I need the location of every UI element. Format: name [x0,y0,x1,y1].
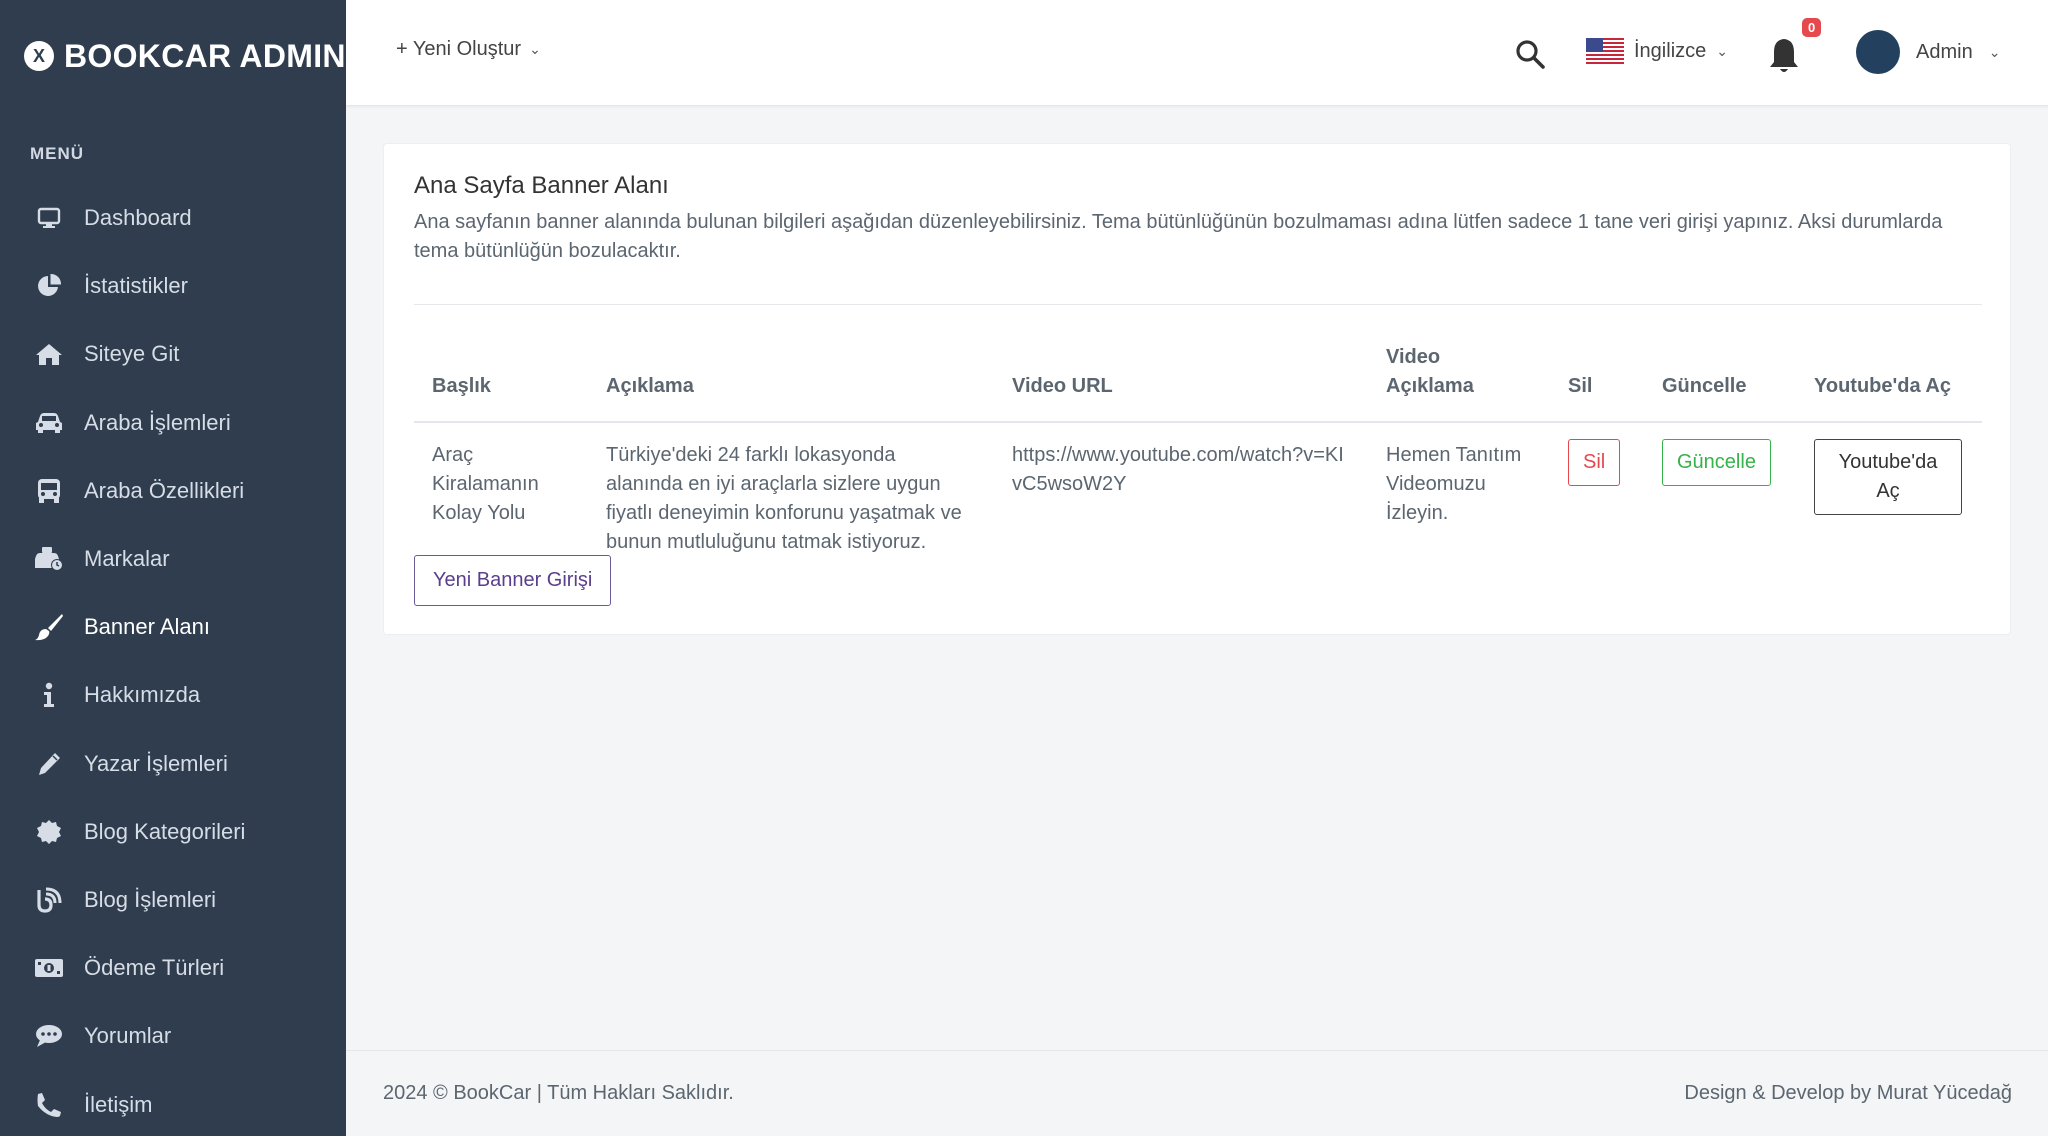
table-row: Araç Kiralamanın Kolay Yolu Türkiye'deki… [414,422,1982,565]
copyright-text: 2024 © BookCar | Tüm Hakları Saklıdır. [383,1082,734,1104]
user-menu-dropdown[interactable]: Admin ⌄ [1856,30,2000,74]
cell-description: Türkiye'deki 24 farklı lokasyonda alanın… [606,444,962,553]
topbar: + Yeni Oluştur ⌄ İngilizce ⌄ 0 Admin ⌄ [346,0,2048,106]
sidebar-item-label: Yazar İşlemleri [84,750,228,776]
banner-area-card: Ana Sayfa Banner Alanı Ana sayfanın bann… [383,143,2011,635]
bell-icon[interactable] [1766,36,1802,76]
info-icon [34,680,64,710]
sidebar-item-blog-categories[interactable]: Blog Kategorileri [0,798,346,866]
card-title: Ana Sayfa Banner Alanı [414,172,669,199]
sidebar-item-label: Siteye Git [84,341,180,367]
table-header-row: Başlık Açıklama Video URL Video Açıklama… [414,322,1982,423]
car-icon [34,408,64,438]
sidebar-item-label: İletişim [84,1091,153,1117]
menu-label: MENÜ [30,144,85,163]
sidebar-item-car-operations[interactable]: Araba İşlemleri [0,389,346,457]
cell-delete: Sil [1550,422,1644,565]
sidebar-item-dashboard[interactable]: Dashboard [0,184,346,252]
sidebar-nav: Dashboard İstatistikler Siteye Git Araba… [0,184,346,1136]
chevron-down-icon: ⌄ [1716,42,1728,59]
column-header-description: Açıklama [588,322,994,423]
divider [414,304,1982,305]
banner-table: Başlık Açıklama Video URL Video Açıklama… [414,322,1982,565]
notification-count-badge: 0 [1802,18,1822,37]
column-header-video-description: Video Açıklama [1368,322,1550,423]
home-icon [34,339,64,369]
sidebar-item-banner-area[interactable]: Banner Alanı [0,593,346,661]
cell-video-description: Hemen Tanıtım Videomuzu İzleyin. [1386,444,1522,524]
create-new-label: + Yeni Oluştur [396,38,522,60]
create-new-dropdown[interactable]: + Yeni Oluştur ⌄ [396,38,541,61]
pie-chart-icon [34,271,64,301]
sidebar-item-payment-types[interactable]: Ödeme Türleri [0,934,346,1002]
sidebar-item-about[interactable]: Hakkımızda [0,661,346,729]
monitor-icon [34,203,64,233]
pencil-icon [34,749,64,779]
sidebar-item-contact[interactable]: İletişim [0,1070,346,1136]
sidebar-item-label: Markalar [84,546,170,572]
us-flag-icon [1586,38,1624,64]
search-icon[interactable] [1514,38,1546,70]
blog-icon [34,885,64,915]
sidebar-item-statistics[interactable]: İstatistikler [0,252,346,320]
brand-title: BOOKCAR ADMIN [64,37,346,74]
chevron-down-icon: ⌄ [1988,43,2001,60]
cell-title: Araç Kiralamanın Kolay Yolu [432,444,539,524]
chevron-down-icon: ⌄ [529,41,541,57]
sidebar-item-label: Dashboard [84,205,192,231]
sidebar-item-car-features[interactable]: Araba Özellikleri [0,457,346,525]
car-shop-icon [34,544,64,574]
column-header-delete: Sil [1550,322,1644,423]
certificate-icon [34,817,64,847]
cell-open-youtube: Youtube'da Aç [1796,422,1982,565]
user-name: Admin [1916,40,1973,63]
sidebar-item-author-operations[interactable]: Yazar İşlemleri [0,730,346,798]
sidebar-item-label: Ödeme Türleri [84,955,225,981]
sidebar-item-label: Yorumlar [84,1023,172,1049]
open-youtube-button[interactable]: Youtube'da Aç [1814,439,1962,515]
sidebar-item-label: Blog İşlemleri [84,886,217,912]
column-header-update: Güncelle [1644,322,1796,423]
sidebar: X BOOKCAR ADMIN MENÜ Dashboard İstatisti… [0,0,346,1136]
brush-icon [34,612,64,642]
sidebar-item-label: İstatistikler [84,273,188,299]
brand-logo-icon: X [24,41,54,71]
update-button[interactable]: Güncelle [1662,439,1771,486]
sidebar-item-label: Blog Kategorileri [84,818,246,844]
new-banner-button[interactable]: Yeni Banner Girişi [414,555,612,606]
sidebar-item-label: Araba Özellikleri [84,477,245,503]
sidebar-item-label: Hakkımızda [84,682,201,708]
card-description: Ana sayfanın banner alanında bulunan bil… [414,211,1943,262]
credits-text: Design & Develop by Murat Yücedağ [1684,1082,2012,1104]
sidebar-item-comments[interactable]: Yorumlar [0,1002,346,1070]
footer: 2024 © BookCar | Tüm Hakları Saklıdır. D… [346,1050,2048,1136]
brand[interactable]: X BOOKCAR ADMIN [0,0,346,112]
delete-button[interactable]: Sil [1568,439,1621,486]
language-dropdown[interactable]: İngilizce ⌄ [1586,38,1728,64]
cell-video-url: https://www.youtube.com/watch?v=KIvC5wso… [1012,444,1344,495]
avatar [1856,30,1900,74]
bus-icon [34,476,64,506]
column-header-title: Başlık [414,322,588,423]
column-header-video-url: Video URL [994,322,1368,423]
sidebar-item-blog-operations[interactable]: Blog İşlemleri [0,866,346,934]
comment-icon [34,1021,64,1051]
language-label: İngilizce [1634,39,1707,62]
sidebar-item-label: Banner Alanı [84,614,210,640]
column-header-open-youtube: Youtube'da Aç [1796,322,1982,423]
sidebar-item-label: Araba İşlemleri [84,409,231,435]
money-icon [34,953,64,983]
phone-icon [34,1090,64,1120]
sidebar-item-brands[interactable]: Markalar [0,525,346,593]
sidebar-item-go-to-site[interactable]: Siteye Git [0,320,346,388]
cell-update: Güncelle [1644,422,1796,565]
